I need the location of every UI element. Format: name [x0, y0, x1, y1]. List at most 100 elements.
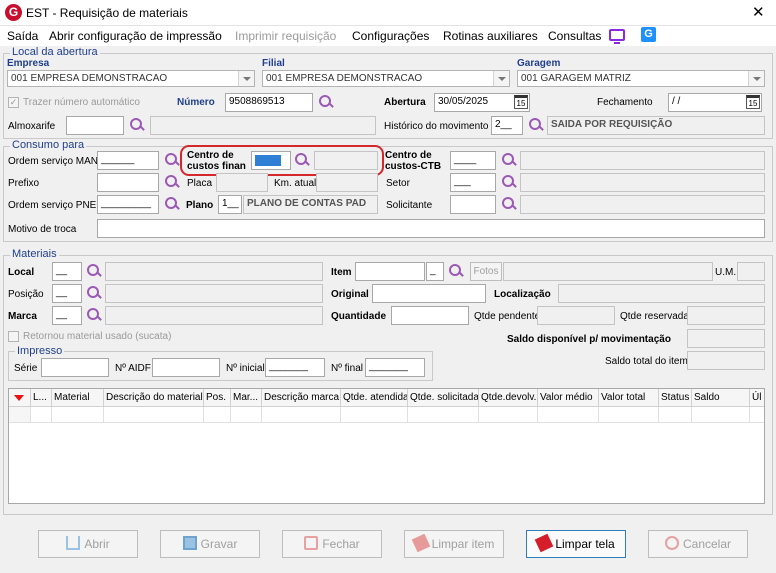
setor-desc-field	[520, 173, 765, 192]
empresa-select[interactable]: 001 EMPRESA DEMONSTRACAO	[7, 70, 255, 87]
search-icon[interactable]	[501, 196, 517, 212]
plano-code-field[interactable]: 1__	[218, 195, 242, 214]
placa-label: Placa	[187, 178, 213, 189]
numero-final-field[interactable]: _______	[365, 358, 425, 377]
centro-ctb-field[interactable]: ____	[450, 151, 496, 170]
close-icon[interactable]: ✕	[752, 3, 765, 21]
calendar-icon[interactable]: 15	[514, 95, 528, 109]
retornou-sucata-checkbox[interactable]	[8, 331, 19, 342]
historico-desc-field: SAIDA POR REQUISIÇÃO	[547, 116, 765, 135]
table-cell[interactable]	[408, 407, 479, 423]
search-icon[interactable]	[86, 285, 102, 301]
search-icon[interactable]	[294, 152, 310, 168]
table-header-cell[interactable]: Úl	[750, 389, 764, 407]
open-icon	[66, 536, 81, 550]
os-man-field[interactable]: ______	[97, 151, 159, 170]
solicitante-field[interactable]	[450, 195, 496, 214]
aidf-field[interactable]	[152, 358, 220, 377]
menu-abrir-configuracao[interactable]: Abrir configuração de impressão	[49, 29, 222, 43]
posicao-desc-field	[105, 284, 323, 303]
search-icon[interactable]	[528, 117, 544, 133]
setor-field[interactable]: ___	[450, 173, 496, 192]
saldo-total-label: Saldo total do item	[605, 356, 688, 367]
table-cell[interactable]	[262, 407, 341, 423]
search-icon[interactable]	[164, 196, 180, 212]
filial-select[interactable]: 001 EMPRESA DEMONSTRACAO	[262, 70, 510, 87]
row-selector[interactable]	[9, 407, 31, 423]
quantidade-field[interactable]	[391, 306, 469, 325]
chevron-down-icon[interactable]	[238, 71, 254, 86]
limpar-tela-button[interactable]: Limpar tela	[526, 530, 626, 558]
table-cell[interactable]	[204, 407, 231, 423]
calendar-icon[interactable]: 15	[746, 95, 760, 109]
table-cell[interactable]	[692, 407, 750, 423]
table-cell[interactable]	[599, 407, 659, 423]
local-field[interactable]: __	[52, 262, 82, 281]
table-cell[interactable]	[52, 407, 104, 423]
materiais-table[interactable]: L... Material Descrição do material Pos.…	[8, 388, 765, 504]
garagem-select[interactable]: 001 GARAGEM MATRIZ	[517, 70, 765, 87]
numero-field[interactable]: 9508869513	[225, 93, 313, 112]
local-label: Local	[8, 267, 35, 278]
numero-inicial-field[interactable]: _______	[265, 358, 325, 377]
almoxarife-field[interactable]	[66, 116, 124, 135]
motivo-troca-field[interactable]	[97, 219, 765, 238]
solicitante-desc-field	[520, 195, 765, 214]
table-header-cell[interactable]: Qtde. atendida	[341, 389, 408, 407]
table-cell[interactable]	[231, 407, 262, 423]
historico-code-field[interactable]: 2__	[491, 116, 523, 135]
chevron-down-icon[interactable]	[493, 71, 509, 86]
search-icon[interactable]	[164, 152, 180, 168]
table-header-cell[interactable]: Descrição do material	[104, 389, 204, 407]
menu-consultas[interactable]: Consultas	[548, 29, 601, 43]
menu-rotinas-auxiliares[interactable]: Rotinas auxiliares	[443, 29, 538, 43]
table-header-cell[interactable]: Valor total	[599, 389, 659, 407]
g-badge-icon[interactable]: G	[641, 27, 656, 42]
search-icon[interactable]	[129, 117, 145, 133]
table-header-cell[interactable]: Qtde.devolv.	[479, 389, 538, 407]
table-header-cell[interactable]: Material	[52, 389, 104, 407]
search-icon[interactable]	[164, 174, 180, 190]
item-field[interactable]	[355, 262, 425, 281]
menu-configuracoes[interactable]: Configurações	[352, 29, 429, 43]
search-icon[interactable]	[501, 174, 517, 190]
original-field[interactable]	[372, 284, 486, 303]
table-cell[interactable]	[341, 407, 408, 423]
centro-fin-field[interactable]	[251, 151, 291, 170]
table-row[interactable]	[9, 407, 764, 423]
table-header-cell[interactable]: Pos.	[204, 389, 231, 407]
sort-arrow-icon[interactable]	[14, 395, 24, 401]
table-header-cell[interactable]	[9, 389, 31, 407]
item-sub-field[interactable]: _	[426, 262, 444, 281]
marca-field[interactable]: __	[52, 306, 82, 325]
serie-field[interactable]	[41, 358, 109, 377]
table-cell[interactable]	[538, 407, 599, 423]
monitor-icon[interactable]	[609, 29, 625, 44]
table-header-cell[interactable]: Mar...	[231, 389, 262, 407]
table-header-cell[interactable]: Qtde. solicitada	[408, 389, 479, 407]
table-cell[interactable]	[659, 407, 692, 423]
table-cell[interactable]	[479, 407, 538, 423]
table-cell[interactable]	[31, 407, 52, 423]
table-header-cell[interactable]: Valor médio	[538, 389, 599, 407]
table-header-cell[interactable]: Descrição marca	[262, 389, 341, 407]
menu-saida[interactable]: Saída	[7, 29, 38, 43]
search-icon[interactable]	[86, 263, 102, 279]
search-icon[interactable]	[501, 152, 517, 168]
table-cell[interactable]	[750, 407, 764, 423]
posicao-field[interactable]: __	[52, 284, 82, 303]
table-header-cell[interactable]: Saldo	[692, 389, 750, 407]
trazer-numero-checkbox[interactable]: ✓	[8, 97, 19, 108]
empresa-value: 001 EMPRESA DEMONSTRACAO	[11, 73, 168, 84]
posicao-label: Posição	[8, 289, 44, 300]
search-icon[interactable]	[318, 94, 334, 110]
chevron-down-icon[interactable]	[748, 71, 764, 86]
search-icon[interactable]	[86, 307, 102, 323]
table-cell[interactable]	[104, 407, 204, 423]
search-icon[interactable]	[448, 263, 464, 279]
os-pne-field[interactable]: _________	[97, 195, 159, 214]
table-header-cell[interactable]: L...	[31, 389, 52, 407]
table-header-cell[interactable]: Status	[659, 389, 692, 407]
prefixo-field[interactable]	[97, 173, 159, 192]
numero-inicial-label: Nº inicial	[226, 363, 265, 374]
